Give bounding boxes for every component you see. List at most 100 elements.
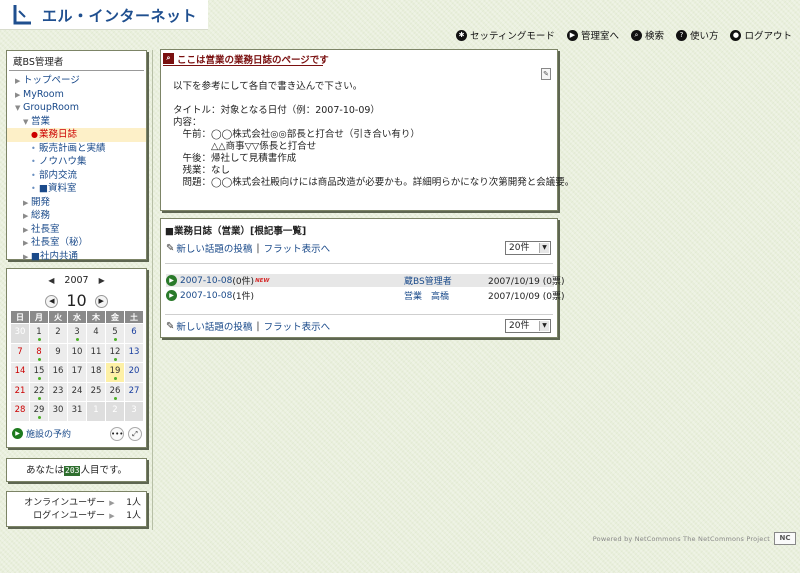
weekday-header: 金	[106, 311, 124, 323]
calendar-day[interactable]: 22	[30, 382, 48, 401]
per-page-select[interactable]: 20件 ▼	[505, 241, 551, 255]
post-title-link[interactable]: 2007-10-08	[180, 291, 232, 301]
online-user-row: オンラインユーザー ▶ 1人	[24, 498, 141, 508]
calendar-day[interactable]: 15	[30, 363, 48, 382]
calendar-day[interactable]: 11	[87, 343, 105, 362]
calendar-day[interactable]: 29	[30, 402, 48, 421]
menu-item-company-common[interactable]: ▶ ■社内共通	[7, 250, 146, 264]
netcommons-logo[interactable]: NC	[774, 532, 796, 545]
next-year-icon[interactable]: ▶	[99, 276, 105, 285]
new-post-link[interactable]: 新しい話題の投稿	[176, 319, 252, 333]
calendar-day[interactable]: 20	[125, 363, 143, 382]
calendar-day[interactable]: 8	[30, 343, 48, 362]
nav-admin-room[interactable]: ▶ 管理室へ	[566, 28, 619, 42]
calendar-week-row: 7 8 9 10 11 12 13	[11, 343, 143, 362]
triangle-down-icon: ▼	[23, 117, 29, 126]
calendar-day[interactable]: 5	[106, 324, 124, 343]
menu-title: 蔵BS管理者	[9, 51, 144, 71]
expand-icon[interactable]: ⤢	[128, 427, 142, 441]
calendar-month: 10	[66, 291, 87, 310]
nav-setting-mode[interactable]: ✱ セッティングモード	[456, 28, 555, 42]
calendar-day[interactable]: 10	[68, 343, 86, 362]
calendar-day[interactable]: 6	[125, 324, 143, 343]
prev-month-button[interactable]: ◀	[45, 295, 59, 308]
flat-view-link[interactable]: フラット表示へ	[264, 319, 331, 333]
calendar-day[interactable]: 21	[11, 382, 29, 401]
calendar-day[interactable]: 3	[125, 402, 143, 421]
next-month-button[interactable]: ▶	[94, 295, 108, 308]
calendar-day[interactable]: 9	[49, 343, 67, 362]
calendar-day[interactable]: 18	[87, 363, 105, 382]
menu-item-general-affairs[interactable]: ▶ 総務	[7, 209, 146, 223]
notice-line: 以下を参考にして各自で書き込んで下さい。	[173, 81, 363, 92]
nav-search[interactable]: ⌕ 検索	[630, 28, 664, 42]
table-row[interactable]: ▶ 2007-10-08 (1件) 営業 高橋 2007/10/09 (0票)	[166, 289, 564, 302]
calendar-day[interactable]: 26	[106, 382, 124, 401]
search-icon: ⌕	[630, 29, 642, 41]
new-badge: NEW	[255, 277, 270, 284]
table-row[interactable]: ▶ 2007-10-08 (0件) NEW 蔵BS管理者 2007/10/19 (0…	[166, 274, 564, 287]
calendar-day[interactable]: 17	[68, 363, 86, 382]
bullet-icon: •	[31, 157, 36, 166]
bbs-title: ■業務日誌（営業）[根記事一覧]	[165, 226, 307, 237]
go-arrow-icon: ▶	[12, 428, 23, 439]
calendar-week-row: 14 15 16 17 18 19 20	[11, 363, 143, 382]
prev-year-icon[interactable]: ◀	[48, 276, 54, 285]
triangle-down-icon: ▼	[15, 104, 21, 112]
edit-icon[interactable]: ✎	[541, 68, 551, 80]
calendar-day[interactable]: 16	[49, 363, 67, 382]
menu-item-sales[interactable]: ▼ 営業	[7, 115, 146, 129]
menu-item-library[interactable]: • ■資料室	[7, 182, 146, 196]
menu-item-top[interactable]: ▶ トップページ	[7, 74, 146, 88]
post-author[interactable]: 蔵BS管理者	[404, 274, 488, 287]
menu-item-exchange[interactable]: • 部内交流	[7, 169, 146, 183]
menu-item-development[interactable]: ▶ 開発	[7, 196, 146, 210]
bullet-icon: ●	[31, 130, 38, 139]
access-counter-block: あなたは203人目です。	[6, 458, 147, 482]
nav-help[interactable]: ? 使い方	[675, 28, 718, 42]
calendar-day[interactable]: 24	[68, 382, 86, 401]
calendar-day[interactable]: 12	[106, 343, 124, 362]
menu-block: 蔵BS管理者 ▶ トップページ ▶ MyRoom ▼ GroupRoom ▼ 営業 ●業…	[6, 50, 147, 262]
calendar-year: 2007	[64, 275, 89, 286]
calendar-day[interactable]: 1	[87, 402, 105, 421]
calendar-day[interactable]: 2	[106, 402, 124, 421]
new-post-link[interactable]: 新しい話題の投稿	[176, 241, 252, 255]
calendar-day[interactable]: 30	[49, 402, 67, 421]
menu-item-president-secret[interactable]: ▶ 社長室（秘）	[7, 236, 146, 250]
calendar-day[interactable]: 28	[11, 402, 29, 421]
facility-reservation-link[interactable]: ▶ 施設の予約	[12, 427, 71, 440]
logo-icon	[13, 5, 31, 25]
flat-view-link[interactable]: フラット表示へ	[264, 241, 331, 255]
calendar-day[interactable]: 1	[30, 324, 48, 343]
powered-by-text[interactable]: Powered by NetCommons The NetCommons Pro…	[593, 535, 770, 543]
calendar-day[interactable]: 27	[125, 382, 143, 401]
nav-logout[interactable]: ● ログアウト	[730, 28, 792, 42]
calendar-day-today[interactable]: 19	[106, 363, 124, 382]
calendar-day[interactable]: 23	[49, 382, 67, 401]
triangle-right-icon: ▶	[23, 225, 29, 234]
calendar-day[interactable]: 3	[68, 324, 86, 343]
menu-item-sales-plan[interactable]: • 販売計画と実績	[7, 142, 146, 156]
menu-item-daily-log[interactable]: ●業務日誌	[7, 128, 146, 142]
post-title-link[interactable]: 2007-10-08	[180, 276, 232, 286]
post-author[interactable]: 営業 高橋	[404, 289, 488, 302]
color-dots-icon[interactable]: •••	[110, 427, 124, 441]
site-logo-area[interactable]: エル・インターネット	[0, 0, 208, 30]
menu-item-knowhow[interactable]: • ノウハウ集	[7, 155, 146, 169]
calendar-day[interactable]: 14	[11, 363, 29, 382]
calendar-day[interactable]: 13	[125, 343, 143, 362]
notice-body: 以下を参考にして各自で書き込んで下さい。 タイトル：対象となる日付（例：2007…	[173, 81, 574, 189]
per-page-select[interactable]: 20件 ▼	[505, 319, 551, 333]
calendar-day[interactable]: 31	[68, 402, 86, 421]
menu-item-myroom[interactable]: ▶ MyRoom	[7, 88, 146, 102]
calendar-day[interactable]: 4	[87, 324, 105, 343]
menu-item-president[interactable]: ▶ 社長室	[7, 223, 146, 237]
calendar-day[interactable]: 25	[87, 382, 105, 401]
calendar-month-nav: ◀ 10 ▶	[7, 291, 146, 310]
calendar-day[interactable]: 30	[11, 324, 29, 343]
arrow-right-icon: ▶	[566, 29, 578, 41]
menu-item-grouproom[interactable]: ▼ GroupRoom	[7, 101, 146, 115]
calendar-day[interactable]: 7	[11, 343, 29, 362]
calendar-day[interactable]: 2	[49, 324, 67, 343]
